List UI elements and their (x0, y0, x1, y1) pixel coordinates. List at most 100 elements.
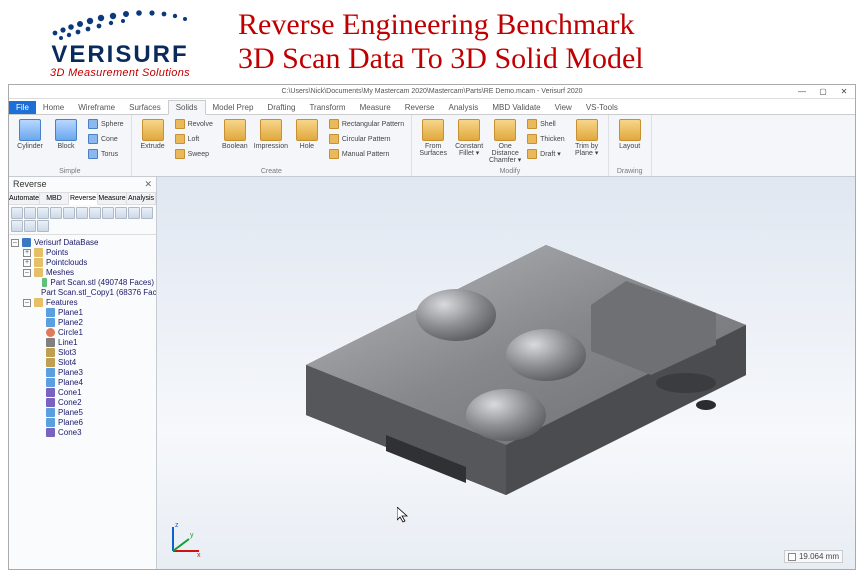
panel-tool-0[interactable] (11, 207, 23, 219)
tab-file[interactable]: File (9, 101, 36, 114)
panel-tool-3[interactable] (50, 207, 62, 219)
tree-node[interactable]: – Features (11, 298, 154, 308)
layout-button[interactable]: Layout (613, 117, 647, 150)
circ-pattern-button[interactable]: Circular Pattern (326, 132, 407, 146)
tree-label: Cone1 (58, 388, 82, 397)
group-label-simple: Simple (13, 167, 127, 175)
tree-label: Features (46, 298, 78, 307)
extrude-button[interactable]: Extrude (136, 117, 170, 150)
thicken-button[interactable]: Thicken (524, 132, 568, 146)
tree-node[interactable]: Part Scan.stl (490748 Faces) (11, 278, 154, 288)
tab-wireframe[interactable]: Wireframe (71, 101, 122, 114)
expand-icon[interactable]: + (23, 249, 31, 257)
close-button[interactable]: ✕ (835, 87, 853, 97)
draft-icon (527, 149, 537, 159)
tab-drafting[interactable]: Drafting (260, 101, 302, 114)
tree-node[interactable]: Slot3 (11, 348, 154, 358)
tree-node[interactable]: Cone1 (11, 388, 154, 398)
tree-node[interactable]: –Meshes (11, 268, 154, 278)
panel-tool-1[interactable] (24, 207, 36, 219)
panel-close-icon[interactable]: ✕ (144, 179, 152, 190)
panel-tool-2[interactable] (37, 207, 49, 219)
tab-transform[interactable]: Transform (302, 101, 352, 114)
draft-button[interactable]: Draft ▾ (524, 147, 568, 161)
torus-button[interactable]: Torus (85, 147, 127, 161)
expand-icon[interactable]: – (23, 269, 31, 277)
fillet-button[interactable]: Constant Fillet ▾ (452, 117, 486, 157)
panel-tool-12[interactable] (24, 220, 36, 232)
tree-node[interactable]: Line1 (11, 338, 154, 348)
tree-node[interactable]: Circle1 (11, 328, 154, 338)
rect-pattern-button[interactable]: Rectangular Pattern (326, 117, 407, 131)
panel-tool-11[interactable] (11, 220, 23, 232)
tab-home[interactable]: Home (36, 101, 71, 114)
tab-surfaces[interactable]: Surfaces (122, 101, 168, 114)
tab-view[interactable]: View (548, 101, 579, 114)
panel-tool-13[interactable] (37, 220, 49, 232)
expand-icon[interactable]: + (23, 259, 31, 267)
tree-node[interactable]: Plane3 (11, 368, 154, 378)
tab-mbd-validate[interactable]: MBD Validate (485, 101, 547, 114)
expand-icon[interactable]: – (11, 239, 19, 247)
revolve-button[interactable]: Revolve (172, 117, 216, 131)
block-button[interactable]: Block (49, 117, 83, 150)
tree-node[interactable]: Plane6 (11, 418, 154, 428)
tree-node[interactable]: –Verisurf DataBase (11, 238, 154, 248)
expand-icon[interactable]: – (23, 299, 31, 307)
tree-node[interactable]: Cone2 (11, 398, 154, 408)
tree-label: Plane6 (58, 418, 83, 427)
tab-vs-tools[interactable]: VS-Tools (579, 101, 625, 114)
panel-tool-4[interactable] (63, 207, 75, 219)
tree-node[interactable]: Plane4 (11, 378, 154, 388)
from-surfaces-button[interactable]: From Surfaces (416, 117, 450, 157)
trim-by-plane-button[interactable]: Trim by Plane ▾ (570, 117, 604, 157)
subtab-measure[interactable]: Measure (98, 193, 127, 204)
maximize-button[interactable]: ▢ (814, 87, 832, 97)
tab-solids[interactable]: Solids (168, 100, 206, 115)
subtab-automate[interactable]: Automate (9, 193, 40, 204)
panel-tool-7[interactable] (102, 207, 114, 219)
svg-text:y: y (190, 532, 194, 539)
panel-title-text: Reverse (13, 179, 47, 190)
impression-button[interactable]: Impression (254, 117, 288, 150)
panel-tool-6[interactable] (89, 207, 101, 219)
tree-node[interactable]: Cone3 (11, 428, 154, 438)
subtab-analysis[interactable]: Analysis (127, 193, 156, 204)
cylinder-button[interactable]: Cylinder (13, 117, 47, 150)
tree-node[interactable]: Slot4 (11, 358, 154, 368)
panel-tool-8[interactable] (115, 207, 127, 219)
viewport[interactable]: z x y 19.064 mm (157, 177, 855, 569)
tab-reverse[interactable]: Reverse (398, 101, 442, 114)
panel-tool-5[interactable] (76, 207, 88, 219)
tree-node[interactable]: Plane1 (11, 308, 154, 318)
hole-button[interactable]: Hole (290, 117, 324, 150)
tree-node[interactable]: Part Scan.stl_Copy1 (68376 Faces) (11, 288, 154, 298)
cone-button[interactable]: Cone (85, 132, 127, 146)
panel-tool-10[interactable] (141, 207, 153, 219)
tree-node[interactable]: Plane5 (11, 408, 154, 418)
panel-tool-9[interactable] (128, 207, 140, 219)
sweep-button[interactable]: Sweep (172, 147, 216, 161)
panel-subtabs: Automate MBD Reverse Measure Analysis (9, 193, 156, 205)
ti-circle-icon (46, 328, 55, 337)
tree-label: Slot4 (58, 358, 76, 367)
cylinder-icon (19, 119, 41, 141)
tab-measure[interactable]: Measure (353, 101, 398, 114)
tree-node[interactable]: Plane2 (11, 318, 154, 328)
tree-node[interactable]: +Points (11, 248, 154, 258)
subtab-mbd[interactable]: MBD (40, 193, 69, 204)
sphere-button[interactable]: Sphere (85, 117, 127, 131)
tree-label: Cone3 (58, 428, 82, 437)
manual-pattern-button[interactable]: Manual Pattern (326, 147, 407, 161)
shell-button[interactable]: Shell (524, 117, 568, 131)
subtab-reverse[interactable]: Reverse (69, 193, 98, 205)
tab-analysis[interactable]: Analysis (442, 101, 486, 114)
torus-icon (88, 149, 98, 159)
tab-model-prep[interactable]: Model Prep (206, 101, 261, 114)
loft-button[interactable]: Loft (172, 132, 216, 146)
tree-node[interactable]: +Pointclouds (11, 258, 154, 268)
minimize-button[interactable]: — (793, 87, 811, 97)
chamfer-button[interactable]: One Distance Chamfer ▾ (488, 117, 522, 164)
boolean-button[interactable]: Boolean (218, 117, 252, 150)
tree-label: Circle1 (58, 328, 83, 337)
